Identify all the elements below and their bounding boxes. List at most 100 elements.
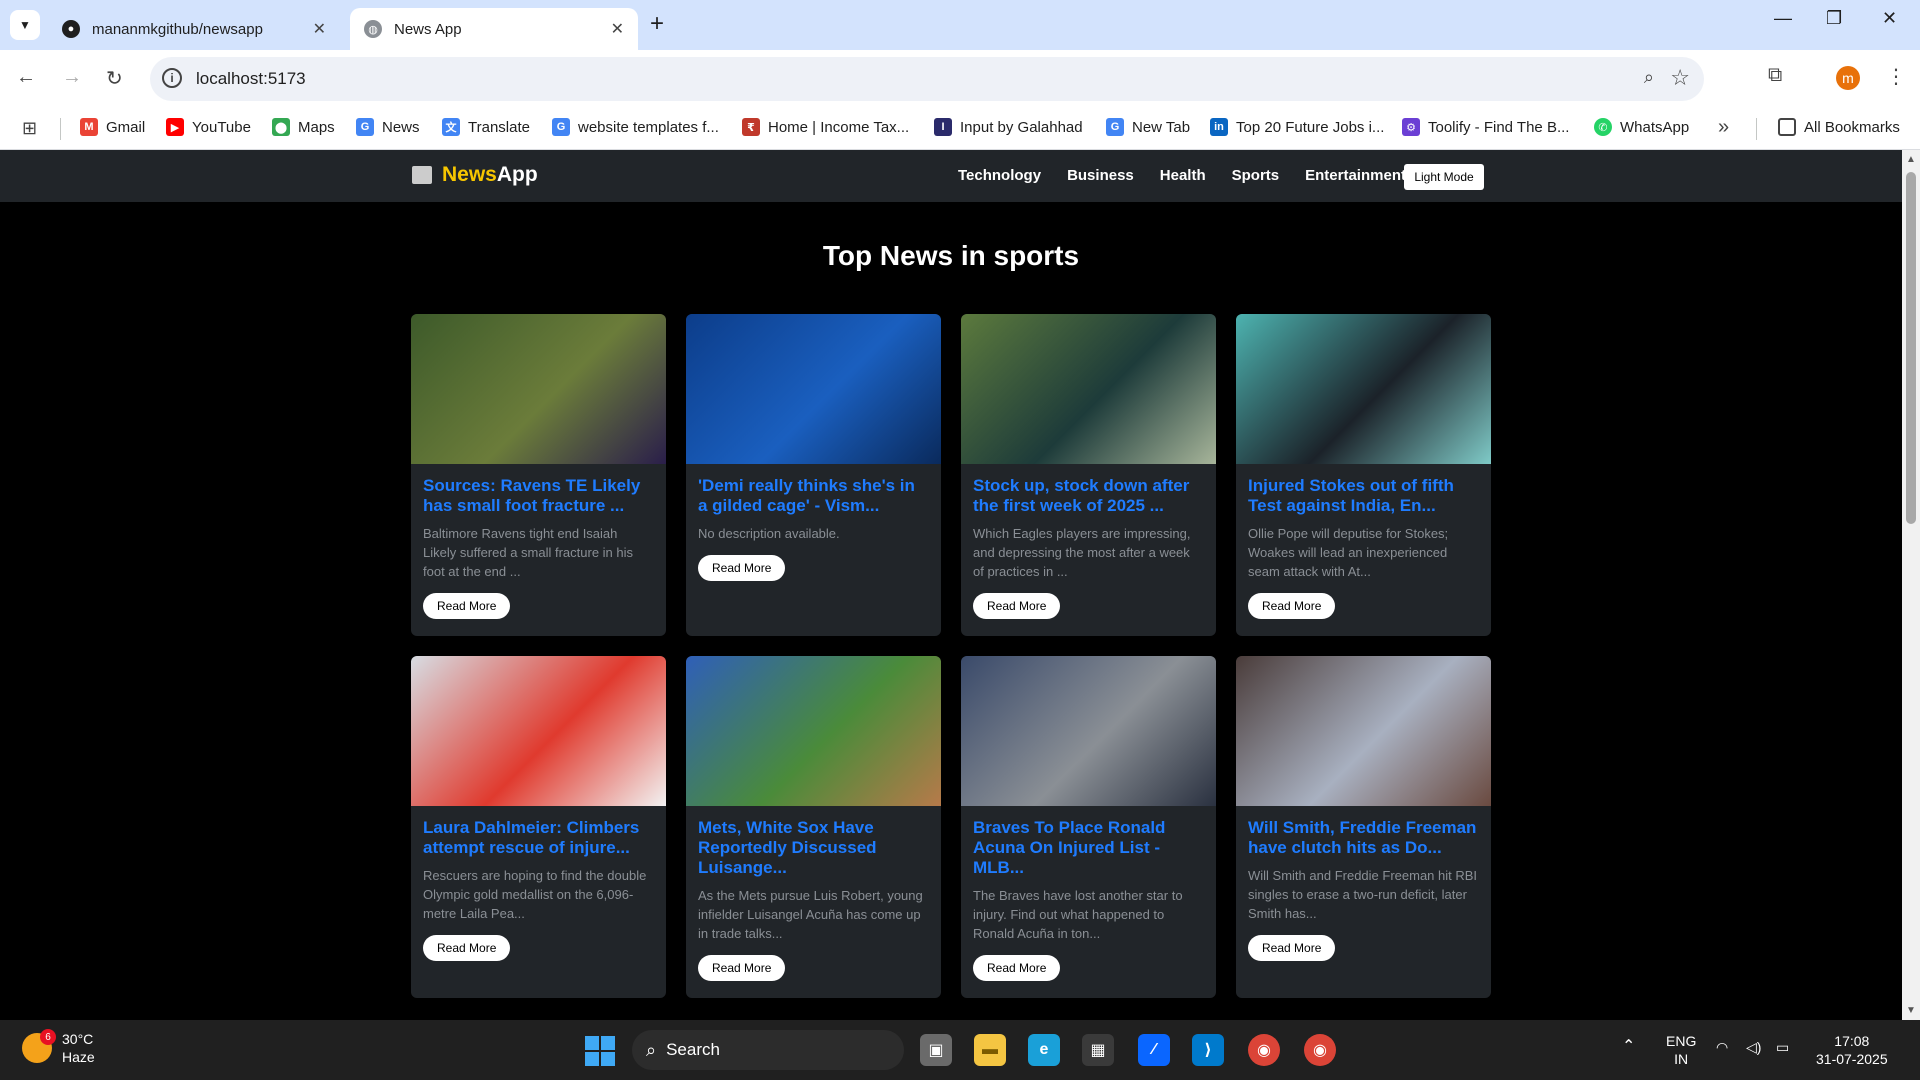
divider — [60, 118, 61, 140]
bookmark-label: Gmail — [106, 118, 146, 136]
news-card-title[interactable]: Sources: Ravens TE Likely has small foot… — [411, 464, 666, 516]
close-icon[interactable]: ✕ — [611, 19, 624, 39]
read-more-button[interactable]: Read More — [1248, 593, 1336, 619]
read-more-button[interactable]: Read More — [973, 955, 1061, 981]
tab-title: News App — [394, 20, 462, 38]
news-app-page: News App Technology Business Health Sport… — [0, 150, 1902, 1020]
news-card-description: As the Mets pursue Luis Robert, young in… — [698, 888, 923, 941]
read-more-button[interactable]: Read More — [698, 955, 786, 981]
back-icon[interactable]: ← — [16, 66, 36, 89]
bookmark-youtube[interactable]: ▶ YouTube — [166, 118, 251, 136]
news-card-title[interactable]: Will Smith, Freddie Freeman have clutch … — [1236, 806, 1491, 858]
news-card-title[interactable]: Braves To Place Ronald Acuna On Injured … — [961, 806, 1216, 878]
volume-icon[interactable]: ◁) — [1746, 1038, 1761, 1056]
page-scrollbar[interactable]: ▲ ▼ — [1902, 150, 1920, 1020]
whatsapp-icon: ✆ — [1594, 118, 1612, 136]
bookmark-label: Input by Galahhad — [960, 118, 1083, 136]
bookmark-future-jobs[interactable]: in Top 20 Future Jobs i... — [1210, 118, 1384, 136]
read-more-button[interactable]: Read More — [698, 555, 786, 581]
bookmark-translate[interactable]: 文 Translate — [442, 118, 530, 136]
close-icon[interactable]: ✕ — [313, 19, 326, 39]
news-card-description: Ollie Pope will deputise for Stokes; Woa… — [1248, 526, 1449, 579]
start-button[interactable] — [585, 1036, 615, 1066]
nav-sports[interactable]: Sports — [1232, 167, 1280, 184]
news-card-title[interactable]: Injured Stokes out of fifth Test against… — [1236, 464, 1491, 516]
nav-business[interactable]: Business — [1067, 167, 1134, 184]
app-icon[interactable]: ⁄ — [1138, 1034, 1170, 1066]
tab-github[interactable]: ● mananmkgithub/newsapp ✕ — [48, 8, 340, 50]
nav-health[interactable]: Health — [1160, 167, 1206, 184]
extensions-icon[interactable]: ⧉ — [1768, 64, 1782, 87]
profile-avatar[interactable]: m — [1836, 66, 1860, 90]
news-card-title[interactable]: 'Demi really thinks she's in a gilded ca… — [686, 464, 941, 516]
light-mode-button[interactable]: Light Mode — [1404, 164, 1484, 190]
more-bookmarks-icon[interactable]: » — [1718, 116, 1729, 139]
bookmark-income-tax[interactable]: ₹ Home | Income Tax... — [742, 118, 909, 136]
news-card-title[interactable]: Mets, White Sox Have Reportedly Discusse… — [686, 806, 941, 878]
language-indicator[interactable]: ENG IN — [1666, 1032, 1696, 1068]
site-info-icon[interactable]: i — [162, 68, 182, 88]
clock[interactable]: 17:08 31-07-2025 — [1816, 1032, 1888, 1068]
bookmark-label: Maps — [298, 118, 335, 136]
address-bar[interactable]: i localhost:5173 ⌕ ☆ — [150, 57, 1704, 101]
news-card-title[interactable]: Stock up, stock down after the first wee… — [961, 464, 1216, 516]
brand-logo[interactable]: News App — [412, 163, 538, 187]
nav-technology[interactable]: Technology — [958, 167, 1041, 184]
news-card-title[interactable]: Laura Dahlmeier: Climbers attempt rescue… — [411, 806, 666, 858]
menu-kebab-icon[interactable]: ⋮ — [1886, 64, 1906, 89]
chrome-icon[interactable]: ◉ — [1248, 1034, 1280, 1066]
bookmark-gmail[interactable]: M Gmail — [80, 118, 145, 136]
toolify-icon: ⚙ — [1402, 118, 1420, 136]
scroll-thumb[interactable] — [1906, 172, 1916, 524]
scroll-up-icon[interactable]: ▲ — [1906, 154, 1916, 165]
divider — [1756, 118, 1757, 140]
new-tab-button[interactable]: + — [650, 10, 664, 38]
battery-icon[interactable]: ▭ — [1776, 1038, 1789, 1056]
news-card: Stock up, stock down after the first wee… — [961, 314, 1216, 636]
store-icon[interactable]: ▦ — [1082, 1034, 1114, 1066]
window-close-icon[interactable]: ✕ — [1882, 8, 1897, 29]
taskbar-search[interactable]: ⌕ Search — [632, 1030, 904, 1070]
task-view-icon[interactable]: ▣ — [920, 1034, 952, 1066]
news-card-image — [1236, 314, 1491, 464]
reload-icon[interactable]: ↻ — [106, 66, 123, 91]
category-nav: Technology Business Health Sports Entert… — [958, 167, 1406, 184]
github-icon: ● — [62, 20, 80, 38]
forward-icon[interactable]: → — [62, 66, 82, 89]
bookmark-label: Translate — [468, 118, 530, 136]
wifi-icon[interactable]: ◠ — [1716, 1038, 1728, 1056]
tab-search-button[interactable]: ▼ — [10, 10, 40, 40]
tray-overflow-icon[interactable]: ⌃ — [1622, 1038, 1635, 1056]
vscode-icon[interactable]: ⟩ — [1192, 1034, 1224, 1066]
all-bookmarks[interactable]: All Bookmarks — [1778, 118, 1900, 136]
read-more-button[interactable]: Read More — [1248, 935, 1336, 961]
scroll-down-icon[interactable]: ▼ — [1906, 1005, 1916, 1016]
bookmark-whatsapp[interactable]: ✆ WhatsApp — [1594, 118, 1689, 136]
url-text[interactable]: localhost:5173 — [196, 69, 306, 89]
bookmark-news[interactable]: G News — [356, 118, 420, 136]
edge-icon[interactable]: e — [1028, 1034, 1060, 1066]
tab-news-app[interactable]: ◍ News App ✕ — [350, 8, 638, 50]
minimize-icon[interactable]: — — [1774, 8, 1792, 29]
bookmark-new-tab[interactable]: G New Tab — [1106, 118, 1190, 136]
file-explorer-icon[interactable]: ▬ — [974, 1034, 1006, 1066]
bookmark-toolify[interactable]: ⚙ Toolify - Find The B... — [1402, 118, 1569, 136]
read-more-button[interactable]: Read More — [973, 593, 1061, 619]
lang-primary: ENG — [1666, 1033, 1697, 1049]
google-news-icon: G — [356, 118, 374, 136]
nav-entertainment[interactable]: Entertainment — [1305, 167, 1406, 184]
weather-widget[interactable]: 6 30°C Haze — [22, 1029, 95, 1066]
restore-icon[interactable]: ❐ — [1826, 8, 1842, 29]
read-more-button[interactable]: Read More — [423, 593, 511, 619]
bookmark-input-galahhad[interactable]: I Input by Galahhad — [934, 118, 1083, 136]
tab-strip: ▼ ● mananmkgithub/newsapp ✕ ◍ News App ✕… — [0, 0, 1920, 50]
apps-grid-icon[interactable]: ⊞ — [22, 118, 37, 139]
chrome-profile-icon[interactable]: ◉ — [1304, 1034, 1336, 1066]
youtube-icon: ▶ — [166, 118, 184, 136]
bookmark-label: Top 20 Future Jobs i... — [1236, 118, 1385, 136]
read-more-button[interactable]: Read More — [423, 935, 511, 961]
bookmark-star-icon[interactable]: ☆ — [1670, 65, 1690, 91]
bookmark-website-templates[interactable]: Gwebsite templates f... — [552, 118, 719, 136]
zoom-icon[interactable]: ⌕ — [1644, 67, 1654, 88]
bookmark-maps[interactable]: ⬤ Maps — [272, 118, 335, 136]
